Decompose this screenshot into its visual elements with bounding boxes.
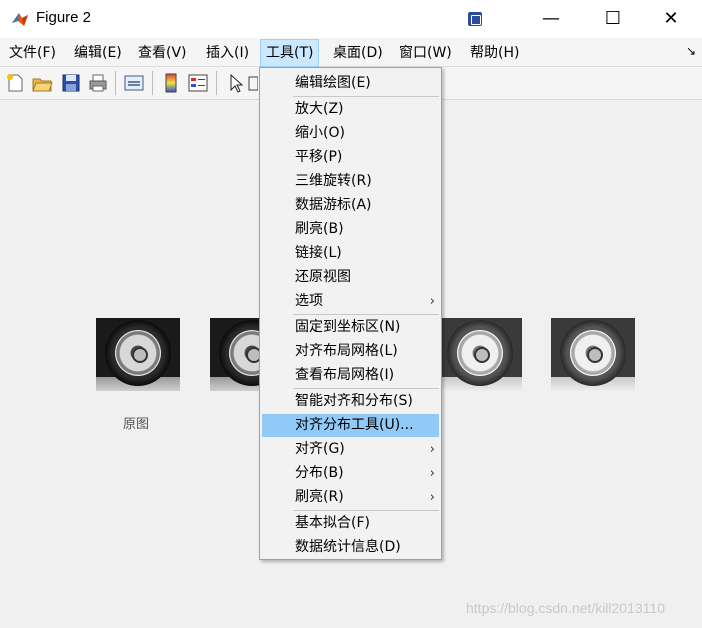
menu-item-reset-view[interactable]: 还原视图 <box>262 266 439 289</box>
submenu-arrow-icon: › <box>429 490 435 505</box>
submenu-arrow-icon: › <box>429 466 435 481</box>
menu-window[interactable]: 窗口(W) <box>399 41 452 66</box>
menu-separator <box>293 96 439 97</box>
legend-icon[interactable] <box>187 72 209 94</box>
image-caption: 原图 <box>123 417 150 432</box>
menu-bar: 文件(F) 编辑(E) 查看(V) 插入(I) 工具(T) 桌面(D) 窗口(W… <box>0 38 702 67</box>
menu-item-link[interactable]: 链接(L) <box>262 242 439 265</box>
menu-tools[interactable]: 工具(T) <box>260 39 320 67</box>
menu-separator <box>293 388 439 389</box>
toolbar-separator <box>216 71 217 95</box>
menu-help[interactable]: 帮助(H) <box>470 41 519 66</box>
menu-item-align-distribute-tool[interactable]: 对齐分布工具(U)... <box>262 414 439 437</box>
menu-item-edit-plot[interactable]: 编辑绘图(E) <box>262 72 439 95</box>
save-icon[interactable] <box>60 72 82 94</box>
menu-desktop[interactable]: 桌面(D) <box>333 41 383 66</box>
menu-file[interactable]: 文件(F) <box>9 41 56 66</box>
minimize-button[interactable]: — <box>528 0 574 38</box>
menu-view[interactable]: 查看(V) <box>138 41 187 66</box>
close-button[interactable]: ✕ <box>648 0 694 38</box>
zoom-in-icon[interactable] <box>248 72 258 94</box>
open-file-icon[interactable] <box>31 72 53 94</box>
window-title: Figure 2 <box>36 9 92 26</box>
dock-figure-icon[interactable] <box>468 12 482 26</box>
menu-item-basic-fitting[interactable]: 基本拟合(F) <box>262 512 439 535</box>
submenu-arrow-icon: › <box>429 442 435 457</box>
menu-item-label: 刷亮(R) <box>295 489 344 505</box>
maximize-button[interactable]: ☐ <box>590 0 636 38</box>
menu-item-options[interactable]: 选项 › <box>262 290 439 313</box>
tire-image-original <box>96 318 180 391</box>
toolbar-separator <box>115 71 116 95</box>
tire-image-4 <box>438 318 522 391</box>
menu-item-data-statistics[interactable]: 数据统计信息(D) <box>262 536 439 559</box>
menu-item-rotate-3d[interactable]: 三维旋转(R) <box>262 170 439 193</box>
tire-image-5 <box>551 318 635 391</box>
toolbar-separator <box>152 71 153 95</box>
link-plot-icon[interactable] <box>123 72 145 94</box>
menu-item-brush-submenu[interactable]: 刷亮(R) › <box>262 486 439 509</box>
menu-separator <box>293 510 439 511</box>
matlab-app-icon <box>10 9 30 29</box>
menu-item-pan[interactable]: 平移(P) <box>262 146 439 169</box>
menu-item-distribute[interactable]: 分布(B) › <box>262 462 439 485</box>
menu-item-smart-align[interactable]: 智能对齐和分布(S) <box>262 390 439 413</box>
menu-item-label: 对齐(G) <box>295 441 345 457</box>
title-bar: Figure 2 — ☐ ✕ <box>0 0 702 38</box>
tools-dropdown-menu: 编辑绘图(E) 放大(Z) 缩小(O) 平移(P) 三维旋转(R) 数据游标(A… <box>259 67 442 560</box>
menu-item-zoom-out[interactable]: 缩小(O) <box>262 122 439 145</box>
menu-item-pin-to-axes[interactable]: 固定到坐标区(N) <box>262 316 439 339</box>
menu-item-snap-to-grid[interactable]: 对齐布局网格(L) <box>262 340 439 363</box>
menu-item-zoom-in[interactable]: 放大(Z) <box>262 98 439 121</box>
menu-item-label: 选项 <box>295 293 323 309</box>
dock-arrow-icon[interactable]: ↘ <box>686 44 696 58</box>
menu-edit[interactable]: 编辑(E) <box>74 41 122 66</box>
menu-item-view-grid[interactable]: 查看布局网格(I) <box>262 364 439 387</box>
menu-item-data-cursor[interactable]: 数据游标(A) <box>262 194 439 217</box>
watermark-text: https://blog.csdn.net/kill2013110 <box>466 600 665 616</box>
submenu-arrow-icon: › <box>429 294 435 309</box>
menu-separator <box>293 314 439 315</box>
colorbar-icon[interactable] <box>160 72 182 94</box>
select-pointer-icon[interactable] <box>224 72 246 94</box>
menu-item-label: 分布(B) <box>295 465 344 481</box>
menu-item-align[interactable]: 对齐(G) › <box>262 438 439 461</box>
print-icon[interactable] <box>87 72 109 94</box>
new-figure-icon[interactable] <box>4 72 26 94</box>
menu-insert[interactable]: 插入(I) <box>206 41 249 66</box>
menu-item-brush[interactable]: 刷亮(B) <box>262 218 439 241</box>
